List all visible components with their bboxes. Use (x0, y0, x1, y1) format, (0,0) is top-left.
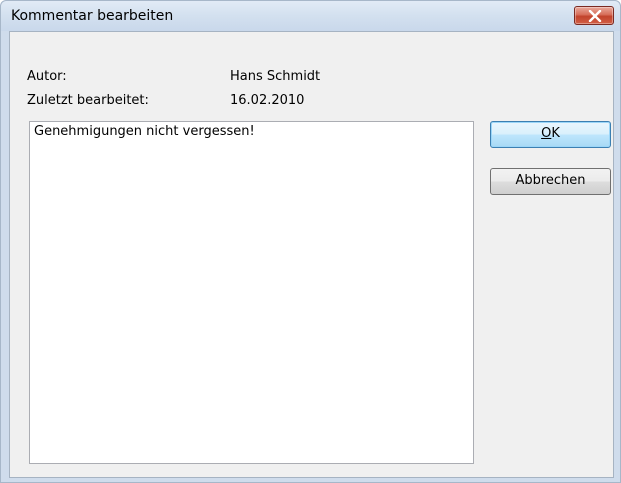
title-bar[interactable]: Kommentar bearbeiten (1, 1, 620, 31)
last-edited-label: Zuletzt bearbeitet: (27, 93, 149, 108)
dialog-window: Kommentar bearbeiten Autor: Hans Schmidt… (0, 0, 621, 483)
ok-button[interactable]: OK (490, 121, 611, 148)
last-edited-value: 16.02.2010 (230, 93, 305, 108)
ok-label-rest: K (551, 126, 560, 141)
close-icon (588, 10, 602, 22)
cancel-button[interactable]: Abbrechen (490, 168, 611, 195)
author-label: Autor: (27, 69, 67, 84)
close-button[interactable] (574, 6, 614, 25)
comment-textarea[interactable]: Genehmigungen nicht vergessen! (29, 121, 474, 464)
ok-mnemonic: O (541, 126, 552, 141)
comment-text: Genehmigungen nicht vergessen! (34, 124, 255, 139)
dialog-title: Kommentar bearbeiten (11, 8, 174, 24)
dialog-body: Autor: Hans Schmidt Zuletzt bearbeitet: … (9, 31, 614, 478)
author-value: Hans Schmidt (230, 69, 321, 84)
